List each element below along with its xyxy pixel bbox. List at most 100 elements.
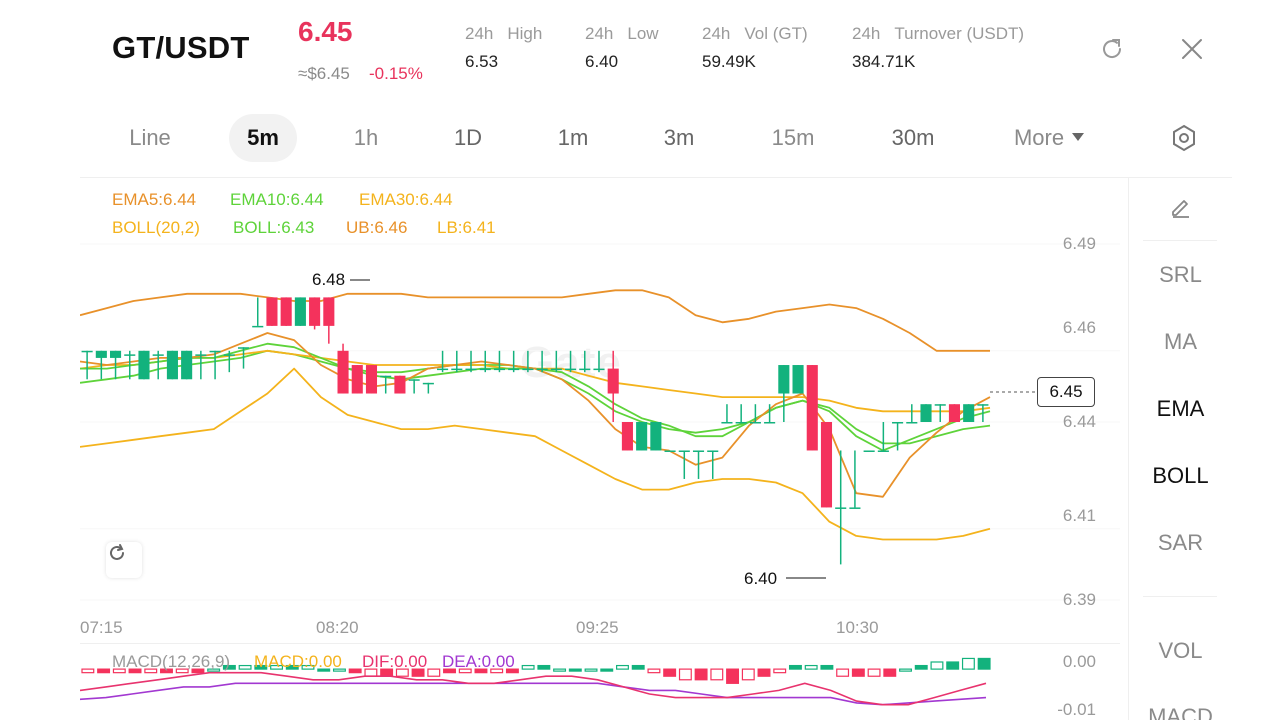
x-tick: 07:15 [80,618,123,637]
ema10-label: EMA10:6.44 [230,190,324,210]
candle-body [365,365,378,394]
stat-value: 59.49K [702,52,756,71]
y-tick: 6.41 [1062,506,1096,525]
candle-body [692,450,705,452]
candle-body [593,368,605,371]
ema5-value: EMA5:6.44 [112,190,197,209]
timeframe-more-dropdown[interactable]: More [1004,114,1094,162]
macd-histogram-bar [946,661,960,670]
boll-ub-label: UB:6.46 [346,218,407,238]
candle-body [223,354,235,356]
candle-body [764,422,776,424]
chart-settings-icon[interactable] [1168,122,1200,154]
macd-histogram-bar [804,664,818,670]
candle-body [536,368,548,371]
timeframe-1d[interactable]: 1D [438,114,498,162]
candle-body [138,350,150,380]
draw-tool-button[interactable] [1129,194,1232,226]
candle-body [252,325,264,328]
candle-body [508,368,520,371]
candle-body [636,422,648,451]
macd-params-value: MACD(12,26,9) [112,652,231,671]
macd-histogram-bar [584,668,598,672]
macd-histogram-bar [726,668,740,684]
macd-histogram-bar [348,668,362,674]
timeframe-1h[interactable]: 1h [336,114,396,162]
macd-histogram-bar [914,664,928,670]
candle-body [820,422,833,508]
stat-prefix: 24h [852,24,881,43]
candle-body [166,350,178,380]
boll-params-value: BOLL(20,2) [112,218,200,237]
boll-mid-line [80,349,991,445]
indicator-ma[interactable]: MA [1129,329,1232,355]
divider [1143,240,1217,241]
candle-body [621,422,633,451]
candle-body [607,368,619,394]
candle-body [778,365,790,394]
high-annotation: 6.48 [312,270,346,289]
candle-body [664,450,676,452]
candle-body [237,347,250,349]
candle-body [422,382,434,385]
market-header: GT/USDT 6.45 ≈$6.45 -0.15% 24h High 6.53 … [80,0,1232,100]
candle-body [877,450,889,452]
timeframe-1m[interactable]: 1m [543,114,603,162]
candle-body [963,404,975,422]
stat-value: 6.40 [585,52,619,71]
candle-body [650,422,662,451]
candle-body [977,404,989,406]
macd-value: MACD:0.00 [254,652,342,671]
candle-body [735,422,747,424]
indicator-sar[interactable]: SAR [1129,530,1232,556]
timeframe-30m[interactable]: 30m [878,114,948,162]
indicator-macd[interactable]: MACD [1129,704,1232,720]
macd-histogram-bar [899,668,912,672]
macd-histogram-bar [427,668,441,677]
indicator-srl[interactable]: SRL [1129,262,1232,288]
stat-prefix: 24h [702,24,731,43]
close-icon[interactable] [1177,34,1207,64]
candle-body [579,368,591,371]
candle-body [95,350,107,358]
ema30-line [80,349,991,413]
y-tick: 6.44 [1062,412,1096,431]
ema5-label: EMA5:6.44 [112,190,196,210]
more-label: More [1013,125,1065,150]
candle-body [351,365,363,394]
stat-prefix: 24h [465,24,494,43]
y-tick: 6.46 [1062,318,1096,337]
macd-histogram-bar [553,668,567,672]
macd-histogram-bar [537,664,551,670]
stat-label: High [507,24,543,43]
macd-y-tick: -0.01 [1057,700,1096,719]
refresh-icon[interactable] [1097,34,1127,64]
kline-chart[interactable]: Gate EMA5:6.44 EMA10:6.44 EMA30:6.44 BOL… [80,178,1128,720]
chart-reset-button[interactable] [106,542,142,578]
candle-body [948,404,960,422]
indicator-ema[interactable]: EMA [1129,396,1232,422]
macd-histogram-bar [238,664,252,670]
indicator-boll[interactable]: BOLL [1129,463,1232,489]
ema10-value: EMA10:6.44 [230,190,324,209]
timeframe-15m[interactable]: 15m [758,114,828,162]
candle-body [394,375,406,394]
timeframe-line[interactable]: Line [110,114,190,162]
macd-histogram-bar [867,668,881,677]
candle-body [678,450,690,452]
macd-histogram-bar [568,668,582,672]
macd-histogram-bar [836,668,850,677]
macd-params-label: MACD(12,26,9) [112,652,230,672]
stat-prefix: 24h [585,24,614,43]
dea-label: DEA:0.00 [442,652,515,672]
stat-label: Turnover (USDT) [894,24,1025,43]
reset-icon [110,544,124,560]
indicator-vol[interactable]: VOL [1129,638,1232,664]
macd-label: MACD:0.00 [254,652,342,672]
candle-body [337,350,349,394]
timeframe-3m[interactable]: 3m [649,114,709,162]
candle-body [934,404,946,406]
macd-histogram-bar [757,668,771,677]
macd-histogram-bar [930,661,944,670]
timeframe-5m[interactable]: 5m [229,114,297,162]
